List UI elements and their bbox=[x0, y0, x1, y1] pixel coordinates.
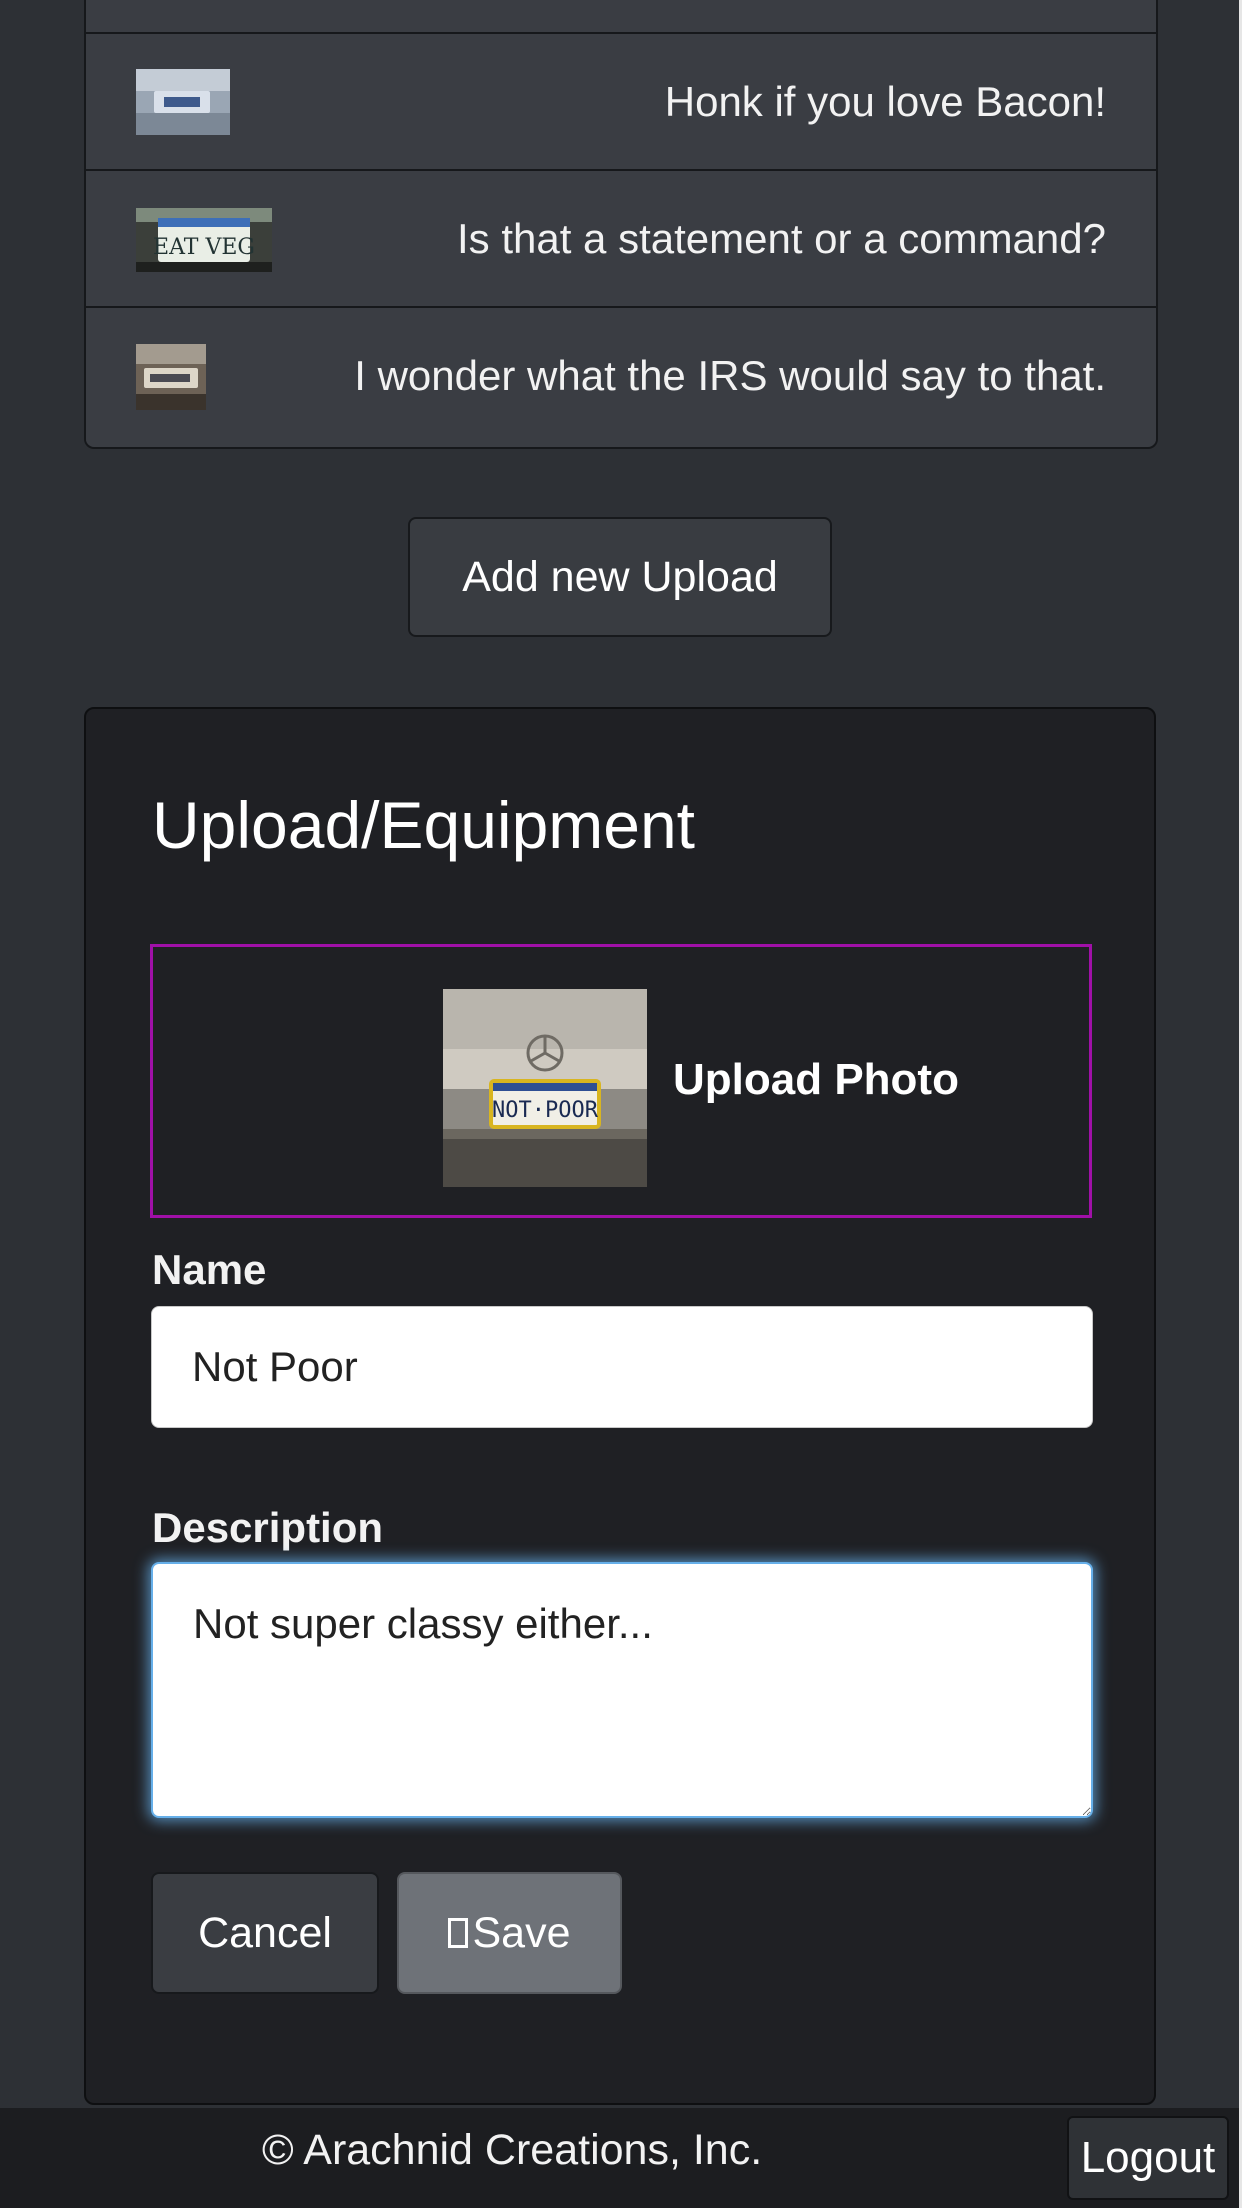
description-textarea[interactable]: Not super classy either... bbox=[151, 1562, 1093, 1818]
name-label: Name bbox=[152, 1246, 267, 1293]
save-button-label: Save bbox=[472, 1908, 571, 1957]
upload-photo-area[interactable]: NOT·POOR Upload Photo bbox=[150, 944, 1092, 1218]
copyright-text: © Arachnid Creations, Inc. bbox=[262, 2126, 763, 2174]
list-item-caption: I wonder what the IRS would say to that. bbox=[354, 351, 1106, 399]
cancel-button[interactable]: Cancel bbox=[151, 1872, 379, 1994]
list-item[interactable]: I wonder what the IRS would say to that. bbox=[86, 306, 1156, 443]
license-plate-photo-thumbnail bbox=[136, 69, 230, 135]
logout-button[interactable]: Logout bbox=[1067, 2116, 1229, 2200]
save-button[interactable]: Save bbox=[397, 1872, 622, 1994]
upload-photo-label: Upload Photo bbox=[673, 1055, 959, 1104]
eat-veg-plate-photo-thumbnail: EAT VEG bbox=[136, 208, 272, 272]
floppy-disk-icon bbox=[448, 1918, 469, 1948]
license-plate-photo-thumbnail bbox=[136, 344, 206, 410]
footer: © Arachnid Creations, Inc. Logout bbox=[0, 2108, 1239, 2208]
list-item[interactable]: Honk if you love Bacon! bbox=[86, 32, 1156, 169]
not-poor-plate-photo-thumbnail: NOT·POOR bbox=[443, 989, 647, 1192]
upload-form-panel: Upload/Equipment NOT·POOR Upload Photo N… bbox=[84, 707, 1156, 2105]
list-item-caption: Honk if you love Bacon! bbox=[664, 77, 1106, 125]
list-item[interactable]: EAT VEG Is that a statement or a command… bbox=[86, 169, 1156, 306]
page: Honk if you love Bacon! EAT VEG Is that … bbox=[0, 0, 1242, 2208]
list-item-caption: Is that a statement or a command? bbox=[457, 214, 1106, 262]
svg-text:NOT·POOR: NOT·POOR bbox=[492, 1098, 599, 1123]
add-new-upload-button[interactable]: Add new Upload bbox=[408, 517, 832, 637]
form-title: Upload/Equipment bbox=[152, 788, 696, 862]
name-input[interactable] bbox=[151, 1306, 1093, 1428]
description-label: Description bbox=[152, 1504, 384, 1551]
upload-list: Honk if you love Bacon! EAT VEG Is that … bbox=[84, 0, 1158, 449]
svg-text:EAT VEG: EAT VEG bbox=[153, 235, 255, 260]
